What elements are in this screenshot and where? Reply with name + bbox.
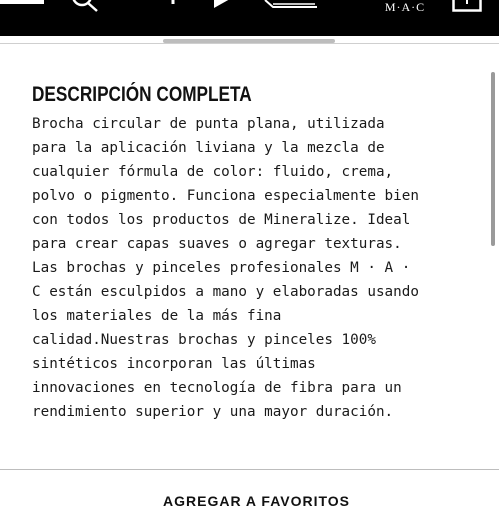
description-line: polvo o pigmento. Funciona especialmente… <box>32 188 419 204</box>
description-line: sintéticos incorporan las últimas <box>32 356 316 372</box>
cart-icon[interactable] <box>452 0 482 12</box>
play-icon[interactable] <box>210 0 234 8</box>
brand-logo[interactable]: M·A·C <box>372 0 438 15</box>
description-line: Las brochas y pinceles profesionales M ·… <box>32 260 411 276</box>
top-navigation-bar: M·A·C <box>0 0 499 36</box>
add-to-favorites-button[interactable]: AGREGAR A FAVORITOS <box>163 493 350 509</box>
description-line: C están esculpidos a mano y elaboradas u… <box>32 284 419 300</box>
search-icon[interactable] <box>70 0 100 12</box>
product-description: Brocha circular de punta plana, utilizad… <box>32 112 475 424</box>
top-divider <box>0 43 499 44</box>
bottom-divider <box>0 469 499 470</box>
account-icon[interactable] <box>166 0 180 6</box>
description-line: innovaciones en tecnología de fibra para… <box>32 380 402 396</box>
scrollbar-thumb[interactable] <box>491 72 495 246</box>
description-line: con todos los productos de Mineralize. I… <box>32 212 411 228</box>
description-line: Brocha circular de punta plana, utilizad… <box>32 116 385 132</box>
description-line: cualquier fórmula de color: fluido, crem… <box>32 164 394 180</box>
description-line: calidad.Nuestras brochas y pinceles 100% <box>32 332 376 348</box>
description-line: para crear capas suaves o agregar textur… <box>32 236 402 252</box>
section-title: DESCRIPCIÓN COMPLETA <box>32 83 252 106</box>
description-line: para la aplicación liviana y la mezcla d… <box>32 140 385 156</box>
menu-icon[interactable] <box>0 0 44 8</box>
description-line: rendimiento superior y una mayor duració… <box>32 404 394 420</box>
bag-shortcut-icon[interactable] <box>263 0 319 8</box>
description-line: los materiales de la más fina <box>32 308 282 324</box>
